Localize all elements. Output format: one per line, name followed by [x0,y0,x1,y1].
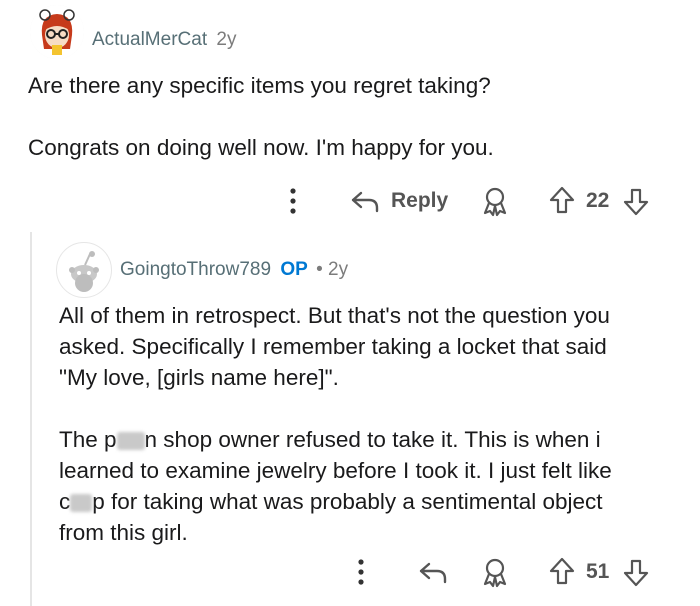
more-button[interactable] [352,557,370,587]
reply-button[interactable] [417,558,449,586]
more-button[interactable] [284,186,302,216]
comment-line: c p for taking what was probably a sentim… [59,486,689,517]
reply-button[interactable]: Reply [349,187,448,215]
comment-body: Are there any specific items you regret … [28,70,688,163]
award-button[interactable] [480,556,510,588]
comment-paragraph: Are there any specific items you regret … [28,73,491,98]
downvote-button[interactable] [622,558,650,588]
comment-line: learned to examine jewelry before I took… [59,458,612,483]
comment-header: GoingtoThrow789 OP • 2y [120,259,348,281]
more-icon [290,188,296,214]
award-icon [483,558,507,588]
upvote-icon [549,186,575,214]
award-button[interactable] [480,185,510,217]
avatar[interactable] [56,242,112,298]
timestamp: 2y [216,29,237,50]
comment-text: p for taking what was probably a sentime… [92,489,603,514]
avatar-icon [30,5,84,59]
reply-label: Reply [391,189,449,212]
comment-line: The p n shop owner refused to take it. Th… [59,424,689,455]
upvote-button[interactable] [548,185,576,215]
comment-text: n shop owner refused to take it. This is… [144,427,601,452]
downvote-icon [623,188,649,216]
comment-line: from this girl. [59,520,188,545]
comment-body: All of them in retrospect. But that's no… [59,300,689,548]
vote-count: 22 [586,189,610,212]
upvote-button[interactable] [548,556,576,586]
avatar-icon [59,245,109,295]
downvote-button[interactable] [622,187,650,217]
username[interactable]: ActualMerCat [92,29,207,50]
comment-text: The p [59,427,117,452]
separator: • [316,259,323,280]
reply-icon [419,562,447,584]
censor-blur [70,494,93,513]
thread-line[interactable] [30,232,32,606]
comment-line: "My love, [girls name here]". [59,365,339,390]
comment-header: ActualMerCat 2y [92,29,236,51]
comment-line: All of them in retrospect. But that's no… [59,303,610,328]
timestamp: 2y [328,259,349,280]
vote-count: 51 [586,560,610,583]
comment-text: c [59,489,71,514]
username[interactable]: GoingtoThrow789 [120,259,271,280]
more-icon [358,559,364,585]
avatar[interactable] [30,5,84,59]
reply-icon [351,191,379,213]
downvote-icon [623,559,649,587]
upvote-icon [549,557,575,585]
comment-line: asked. Specifically I remember taking a … [59,334,607,359]
comment-paragraph: Congrats on doing well now. I'm happy fo… [28,135,494,160]
op-badge: OP [280,259,308,280]
censor-blur [116,432,145,451]
award-icon [483,187,507,217]
